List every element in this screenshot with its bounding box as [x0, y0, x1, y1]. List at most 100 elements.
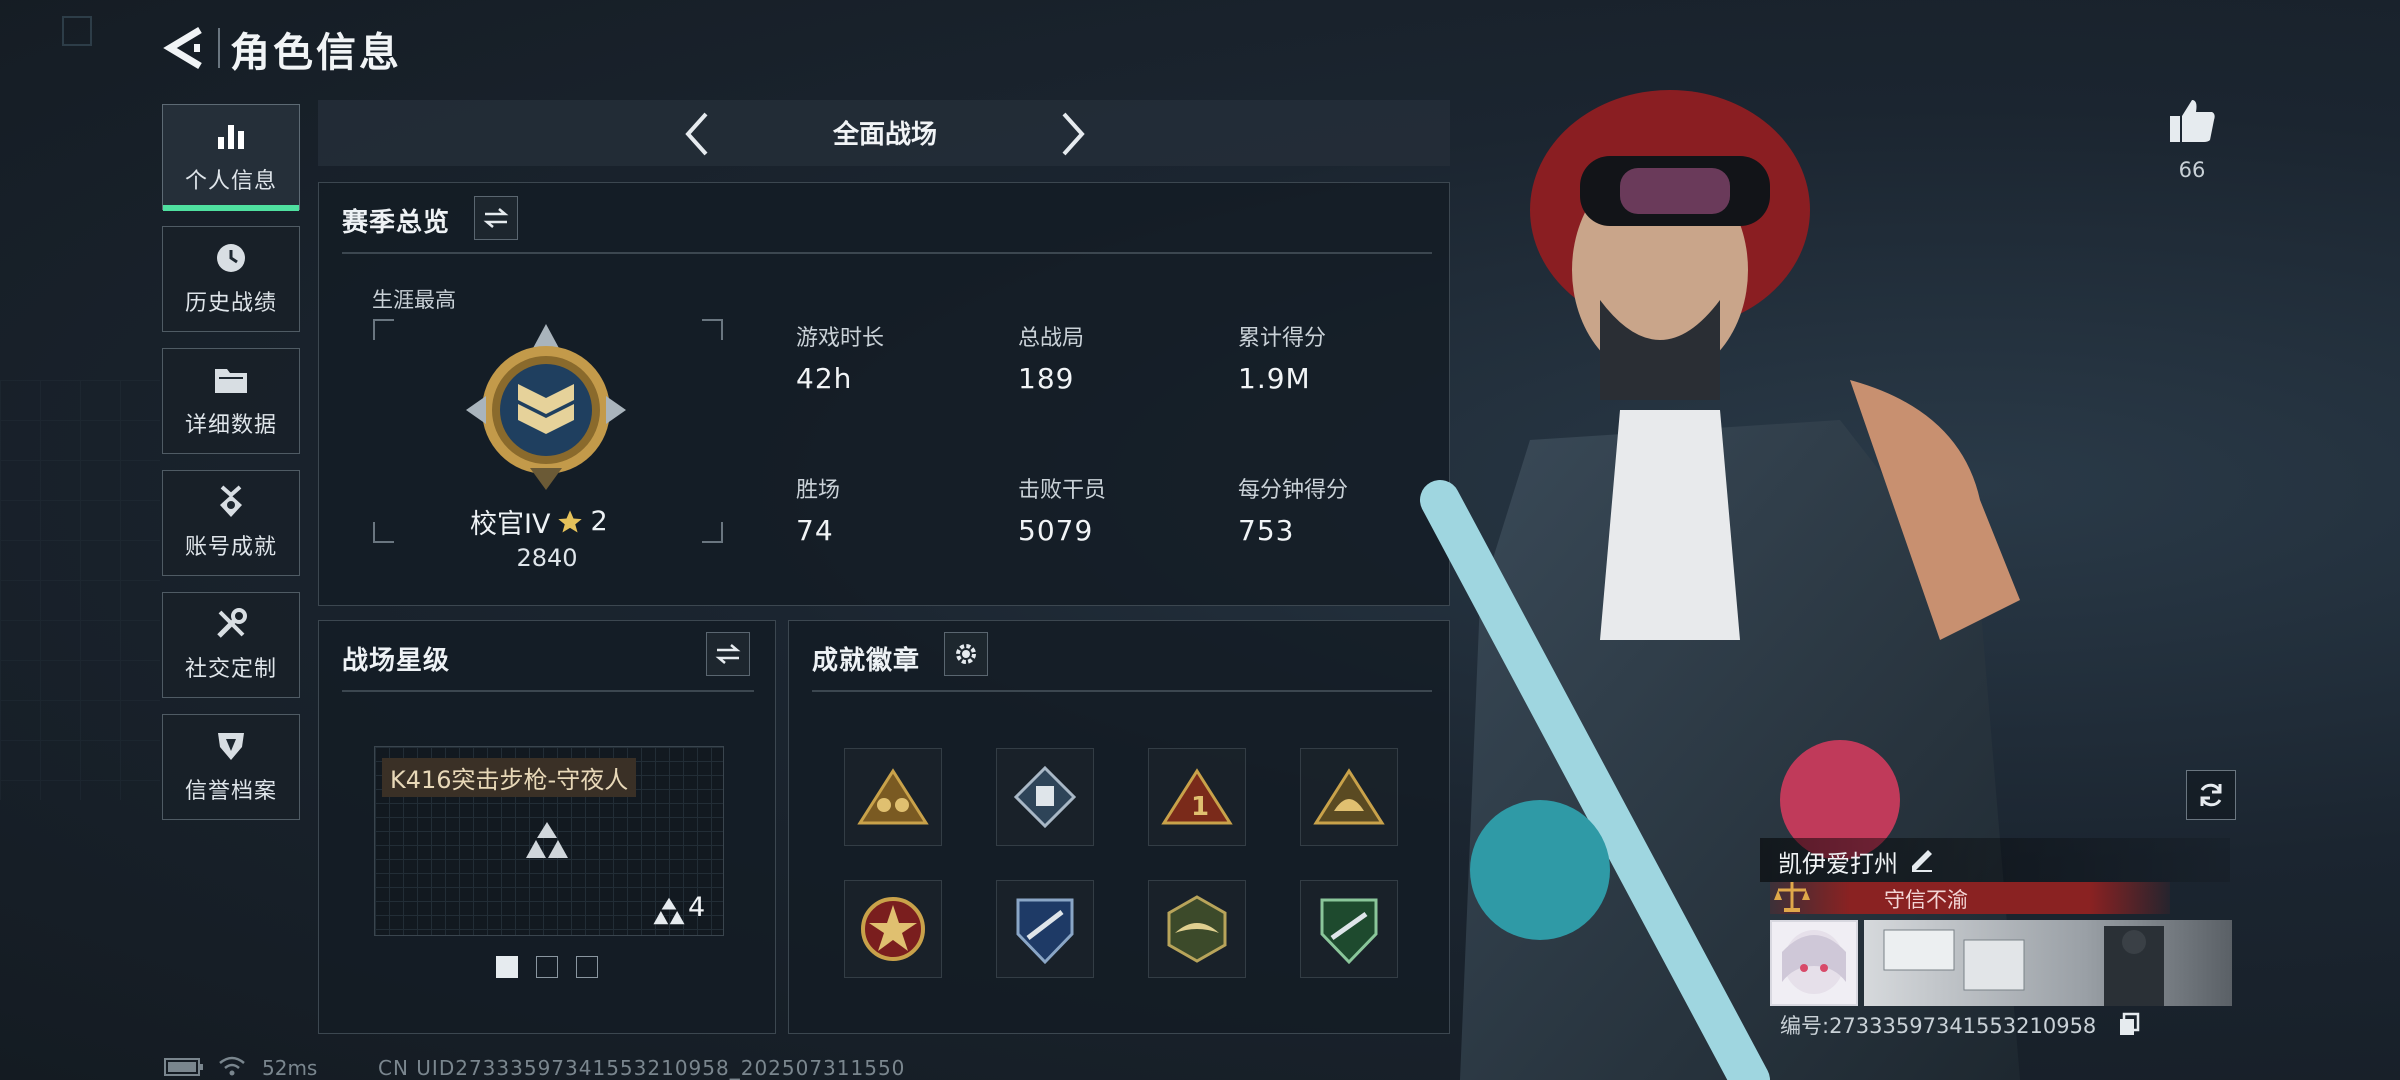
- season-title: 赛季总览: [342, 208, 451, 238]
- gear-icon: [956, 644, 976, 664]
- stat-value: 42h: [796, 362, 853, 395]
- profile-banner[interactable]: [1864, 920, 2232, 1006]
- achievement-badge[interactable]: [1148, 880, 1246, 978]
- swap-icon: [715, 644, 741, 664]
- mode-next-button[interactable]: [1052, 106, 1092, 162]
- back-arrow-icon: [163, 26, 202, 70]
- page-title: 角色信息: [230, 30, 402, 76]
- banner-image-icon: [1883, 926, 2164, 1006]
- rank-points: 2840: [516, 544, 578, 572]
- stat-value: 1.9M: [1238, 362, 1311, 395]
- rotate-view-button[interactable]: [2186, 770, 2236, 820]
- chevron-right-icon: [1062, 112, 1085, 156]
- ping-value: 52ms: [262, 1056, 318, 1080]
- medal-icon: [211, 485, 251, 519]
- stat-label: 每分钟得分: [1238, 478, 1349, 503]
- scale-icon: [1774, 882, 1810, 912]
- season-switch-button[interactable]: [474, 196, 518, 240]
- swap-icon: [483, 208, 509, 228]
- profile-tag-bar: [1770, 882, 2170, 914]
- uid-text: CN UID27333597341553210958_202507311550: [378, 1056, 906, 1080]
- divider: [812, 690, 1432, 692]
- stat-label: 总战局: [1018, 326, 1085, 351]
- title-divider: [218, 28, 220, 68]
- profile-tag: 守信不渝: [1884, 888, 1968, 912]
- nav-history[interactable]: 历史战绩: [162, 226, 300, 332]
- clock-icon: [211, 241, 251, 275]
- stat-value: 5079: [1018, 514, 1094, 547]
- grid-decoration: [0, 380, 160, 800]
- nav-label: 社交定制: [184, 657, 277, 682]
- nav-achievements[interactable]: 账号成就: [162, 470, 300, 576]
- achievement-badge[interactable]: [844, 880, 942, 978]
- battery-icon: [164, 1058, 203, 1076]
- stat-label: 击败干员: [1018, 478, 1107, 503]
- rifle-badge-icon: [1320, 898, 1378, 965]
- achievement-badge[interactable]: [844, 748, 942, 846]
- stat-value: 74: [796, 514, 834, 547]
- back-button[interactable]: [160, 22, 210, 74]
- mode-prev-button[interactable]: [678, 106, 718, 162]
- achievement-badge[interactable]: [996, 748, 1094, 846]
- pager-dot[interactable]: [576, 956, 598, 978]
- rotate-icon: [2200, 783, 2222, 807]
- corner-decoration: [62, 16, 92, 46]
- divider: [342, 252, 1432, 254]
- stat-label: 胜场: [796, 478, 841, 503]
- nav-social-custom[interactable]: 社交定制: [162, 592, 300, 698]
- copy-icon: [2120, 1012, 2140, 1035]
- avatar[interactable]: [1770, 920, 1858, 1006]
- rank-stars: 2: [590, 506, 608, 537]
- stat-label: 游戏时长: [796, 326, 885, 351]
- like-count: 66: [2178, 158, 2206, 182]
- number-one-badge-icon: 1: [1161, 768, 1233, 825]
- star-badge-icon: [861, 897, 925, 961]
- mode-label: 全面战场: [832, 120, 937, 150]
- star-level-title: 战场星级: [342, 646, 451, 676]
- nav-label: 信誉档案: [184, 779, 277, 804]
- rank-name: 校官IV: [470, 509, 551, 540]
- like-button[interactable]: [2168, 98, 2216, 148]
- triforce-icon: [526, 822, 568, 858]
- achievements-settings-button[interactable]: [944, 632, 988, 676]
- nav-label: 历史战绩: [184, 291, 277, 316]
- achievement-badge[interactable]: [996, 880, 1094, 978]
- tools-icon: [211, 607, 251, 641]
- sniper-badge-icon: [1016, 898, 1074, 965]
- career-high-label: 生涯最高: [372, 288, 456, 312]
- divider: [342, 690, 754, 692]
- profile-name: 凯伊爱打州: [1778, 850, 1898, 878]
- stat-value: 189: [1018, 362, 1075, 395]
- profile-id: 编号:27333597341553210958: [1780, 1014, 2097, 1038]
- wings-badge-icon: [1167, 895, 1227, 963]
- edit-name-button[interactable]: [1908, 844, 1936, 876]
- nav-detailed-data[interactable]: 详细数据: [162, 348, 300, 454]
- achievement-badge[interactable]: [1300, 748, 1398, 846]
- nav-label: 账号成就: [184, 535, 277, 560]
- pager-dot[interactable]: [536, 956, 558, 978]
- achievements-title: 成就徽章: [812, 646, 921, 676]
- copy-id-button[interactable]: [2118, 1012, 2140, 1040]
- folder-icon: [211, 363, 251, 397]
- achievement-badge[interactable]: [1300, 880, 1398, 978]
- helmet-badge-icon: [1313, 768, 1385, 825]
- weapon-name: K416突击步枪-守夜人: [382, 758, 637, 797]
- star-level-count: 4: [688, 892, 706, 923]
- rank-name-row: 校官IV 2: [470, 502, 608, 541]
- diamond-badge-icon: [1013, 765, 1077, 829]
- achievement-badge[interactable]: 1: [1148, 748, 1246, 846]
- wifi-icon: [219, 1056, 245, 1076]
- nav-credit-record[interactable]: 信誉档案: [162, 714, 300, 820]
- stat-label: 累计得分: [1238, 326, 1327, 351]
- pencil-icon: [1912, 850, 1932, 872]
- star-level-switch-button[interactable]: [706, 632, 750, 676]
- nav-personal-info[interactable]: 个人信息: [162, 104, 300, 211]
- star-icon: [558, 509, 583, 532]
- pager-dot-active[interactable]: [496, 956, 518, 978]
- nav-label: 个人信息: [184, 169, 277, 194]
- star-level-icon: [653, 897, 685, 925]
- bar-chart-icon: [211, 119, 251, 153]
- rank-emblem-icon: [466, 324, 626, 490]
- stat-value: 753: [1238, 514, 1295, 547]
- warriors-badge-icon: [857, 768, 929, 825]
